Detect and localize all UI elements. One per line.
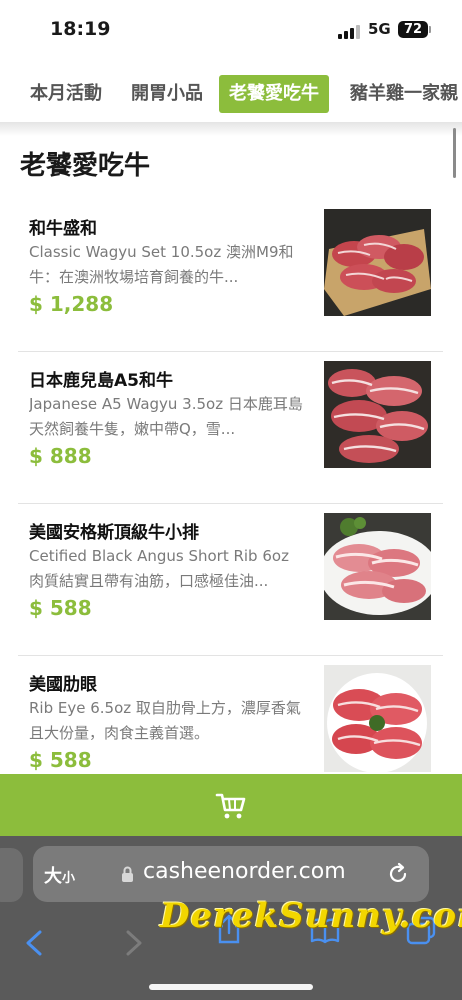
- lock-icon: [122, 866, 133, 882]
- product-price: $ 588: [29, 748, 92, 772]
- product-name: 美國安格斯頂級牛小排: [29, 523, 199, 543]
- status-time: 18:19: [50, 18, 111, 40]
- cart-bar[interactable]: [0, 774, 462, 836]
- tab-pork-lamb-chicken[interactable]: 豬羊雞一家親: [340, 75, 462, 113]
- tab-monthly-events[interactable]: 本月活動: [20, 75, 112, 113]
- home-indicator[interactable]: [149, 984, 313, 990]
- text-size-button[interactable]: 大小: [44, 862, 75, 888]
- previous-tab-preview[interactable]: [0, 848, 23, 902]
- battery-cap: [429, 26, 431, 33]
- reload-icon[interactable]: [386, 862, 410, 886]
- product-item[interactable]: 和牛盛和 Classic Wagyu Set 10.5oz 澳洲M9和牛：在澳洲…: [18, 200, 443, 352]
- forward-icon[interactable]: [118, 928, 148, 958]
- url-text[interactable]: casheenorder.com: [143, 859, 346, 884]
- tabs-shadow: [0, 122, 462, 136]
- status-bar: 18:19 5G 72: [0, 0, 462, 62]
- text-size-small-label: 小: [62, 871, 76, 886]
- product-price: $ 1,288: [29, 292, 114, 316]
- product-name: 美國肋眼: [29, 675, 97, 695]
- category-tabs: 本月活動 開胃小品 老饕愛吃牛 豬羊雞一家親: [0, 70, 462, 122]
- signal-bars-icon: [338, 23, 362, 39]
- back-icon[interactable]: [20, 928, 50, 958]
- product-name: 日本鹿兒島A5和牛: [29, 371, 173, 391]
- battery-icon: 72: [398, 21, 428, 38]
- product-description: Japanese A5 Wagyu 3.5oz 日本鹿耳島天然飼養牛隻，嫩中帶Q…: [29, 395, 303, 438]
- network-label: 5G: [368, 20, 391, 38]
- wagyu-platter-photo[interactable]: [324, 209, 431, 316]
- product-item[interactable]: 美國安格斯頂級牛小排 Cetified Black Angus Short Ri…: [18, 504, 443, 656]
- cart-icon[interactable]: [215, 792, 247, 820]
- scrollbar[interactable]: [453, 128, 456, 178]
- product-name: 和牛盛和: [29, 219, 97, 239]
- tab-beef[interactable]: 老饕愛吃牛: [219, 75, 329, 113]
- address-bar[interactable]: 大小 casheenorder.com: [33, 846, 429, 902]
- section-title: 老饕愛吃牛: [20, 151, 151, 181]
- product-description: Cetified Black Angus Short Rib 6oz 肉質結實且…: [29, 547, 289, 590]
- app-screen: 18:19 5G 72 本月活動 開胃小品 老饕愛吃牛 豬羊雞一家親 老饕愛吃牛…: [0, 0, 462, 1000]
- text-size-large-label: 大: [44, 866, 62, 887]
- short-rib-slices-photo[interactable]: [324, 513, 431, 620]
- product-item[interactable]: 日本鹿兒島A5和牛 Japanese A5 Wagyu 3.5oz 日本鹿耳島天…: [18, 352, 443, 504]
- product-description: Rib Eye 6.5oz 取自肋骨上方，濃厚香氣且大份量，肉食主義首選。: [29, 699, 301, 742]
- rib-eye-slices-photo[interactable]: [324, 665, 431, 772]
- a5-wagyu-slices-photo[interactable]: [324, 361, 431, 468]
- tab-appetizers[interactable]: 開胃小品: [121, 75, 213, 113]
- product-price: $ 588: [29, 596, 92, 620]
- product-description: Classic Wagyu Set 10.5oz 澳洲M9和牛：在澳洲牧場培育飼…: [29, 243, 294, 286]
- watermark: DerekSunny.com: [160, 896, 462, 936]
- product-price: $ 888: [29, 444, 92, 468]
